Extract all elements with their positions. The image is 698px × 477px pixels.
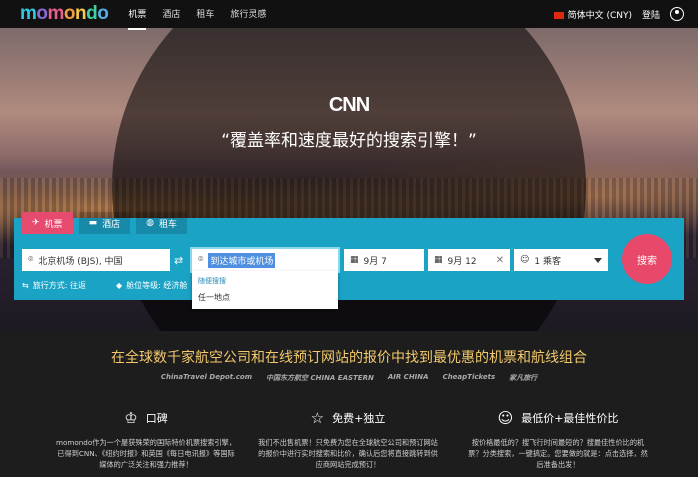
brand-letter: n xyxy=(75,3,87,24)
partner-logos: ChinaTravel Depot.com 中国东方航空 CHINA EASTE… xyxy=(0,373,698,383)
tab-cars[interactable]: ◍ 租车 xyxy=(136,212,187,234)
top-nav: momondo 机票 酒店 租车 旅行灵感 简体中文 (CNY) 登陆 xyxy=(0,0,698,30)
chevron-down-icon xyxy=(594,257,602,263)
calendar-icon: ▦ xyxy=(434,255,443,265)
search-tabs: ✈ 机票 ▬ 酒店 ◍ 租车 xyxy=(22,212,187,234)
swap-arrows-icon: ⇆ xyxy=(22,281,29,290)
trip-type-select[interactable]: ⇆ 旅行方式: 往返 xyxy=(22,280,86,291)
cabin-class-select[interactable]: ◆ 舱位等级: 经济舱 xyxy=(116,280,187,291)
hero-quote: “覆盖率和速度最好的搜索引擎！” xyxy=(221,131,477,151)
swap-icon[interactable]: ⇄ xyxy=(174,254,183,267)
brand-letter: o xyxy=(97,3,109,24)
car-icon: ◍ xyxy=(146,218,154,228)
tab-flights[interactable]: ✈ 机票 xyxy=(22,212,73,234)
feature-description: momondo作为一个屡获殊荣的国际特价机票搜索引擎，已得到CNN、《纽约时报》… xyxy=(55,438,237,469)
award-icon: ♔ xyxy=(124,409,138,427)
cnn-logo: CNN xyxy=(328,94,370,116)
user-icon[interactable] xyxy=(670,7,684,21)
nav-link-hotels[interactable]: 酒店 xyxy=(162,0,180,30)
brand-letter: o xyxy=(36,3,48,24)
china-flag-icon xyxy=(553,11,564,19)
login-link[interactable]: 登陆 xyxy=(642,8,660,21)
nav-link-cars[interactable]: 租车 xyxy=(196,0,214,30)
tagline: 在全球数千家航空公司和在线预订网站的报价中找到最优惠的机票和航线组合 xyxy=(111,350,587,366)
destination-dropdown: 随便搜搜 任一地点 xyxy=(192,271,338,309)
clear-icon[interactable]: ✕ xyxy=(496,255,504,266)
brand-logo[interactable]: momondo xyxy=(20,3,109,25)
bed-icon: ▬ xyxy=(88,218,98,228)
lower-section: 在全球数千家航空公司和在线预订网站的报价中找到最优惠的机票和航线组合 China… xyxy=(0,331,698,477)
partner-logo: 中国东方航空 CHINA EASTERN xyxy=(266,374,374,382)
dropdown-header: 随便搜搜 xyxy=(198,277,226,285)
partner-logo: CheapTickets xyxy=(442,373,496,381)
tab-hotels[interactable]: ▬ 酒店 xyxy=(78,212,131,234)
location-pin-icon: ⌾ xyxy=(28,255,34,265)
nav-links: 机票 酒店 租车 旅行灵感 xyxy=(128,0,266,30)
brand-letter: m xyxy=(20,3,37,24)
smile-icon: ☺ xyxy=(497,409,514,427)
partner-logo: 家凡旅行 xyxy=(509,374,538,382)
nav-link-flights[interactable]: 机票 xyxy=(128,0,147,30)
destination-input[interactable]: ⌾ 到达城市或机场 xyxy=(190,247,340,273)
brand-letter: o xyxy=(63,3,76,24)
feature-free-independent: ☆ 免费+独立 我们不出售机票！只免费为您在全球航空公司和预订网站的报价中进行实时… xyxy=(248,409,448,470)
calendar-icon: ▦ xyxy=(350,255,359,265)
partner-logo: ChinaTravel Depot.com xyxy=(160,373,253,381)
location-pin-icon: ⌾ xyxy=(198,255,204,265)
feature-description: 我们不出售机票！只免费为您在全球航空公司和预订网站的报价中进行实时搜索和比价，确… xyxy=(258,438,438,469)
depart-date-field[interactable]: ▦ 9月 7 xyxy=(344,249,424,271)
tag-icon: ◆ xyxy=(116,281,123,290)
star-icon: ☆ xyxy=(310,409,325,427)
feature-description: 按价格最低的？搜飞行时间最短的？搜最佳性价比的机票？分类搜索，一键搞定。您要做的… xyxy=(468,438,648,469)
search-button[interactable]: 搜索 xyxy=(622,234,672,284)
language-selector[interactable]: 简体中文 (CNY) xyxy=(553,8,632,21)
partner-logo: AIR CHINA xyxy=(387,373,429,381)
origin-input[interactable]: ⌾ 北京机场 (BJS), 中国 xyxy=(22,249,170,271)
feature-reputation: ♔ 口碑 momondo作为一个屡获殊荣的国际特价机票搜索引擎，已得到CNN、《纽… xyxy=(46,409,246,470)
nav-right: 简体中文 (CNY) 登陆 xyxy=(553,7,684,21)
search-panel: ✈ 机票 ▬ 酒店 ◍ 租车 ⌾ 北京机场 (BJS), 中国 ⇄ ⌾ 到达城市或机场 ▦… xyxy=(14,212,684,300)
feature-lowest-price: ☺ 最低价+最佳性价比 按价格最低的？搜飞行时间最短的？搜最佳性价比的机票？分类搜… xyxy=(458,409,658,470)
brand-letter: m xyxy=(47,3,65,24)
plane-icon: ✈ xyxy=(32,218,40,228)
dropdown-option-anywhere[interactable]: 任一地点 xyxy=(192,289,338,306)
return-date-field[interactable]: ▦ 9月 12 ✕ xyxy=(428,249,510,271)
passengers-select[interactable]: ☺ 1 乘客 xyxy=(514,249,608,271)
nav-link-inspiration[interactable]: 旅行灵感 xyxy=(230,0,266,30)
brand-letter: d xyxy=(86,3,98,24)
passenger-icon: ☺ xyxy=(520,255,530,265)
